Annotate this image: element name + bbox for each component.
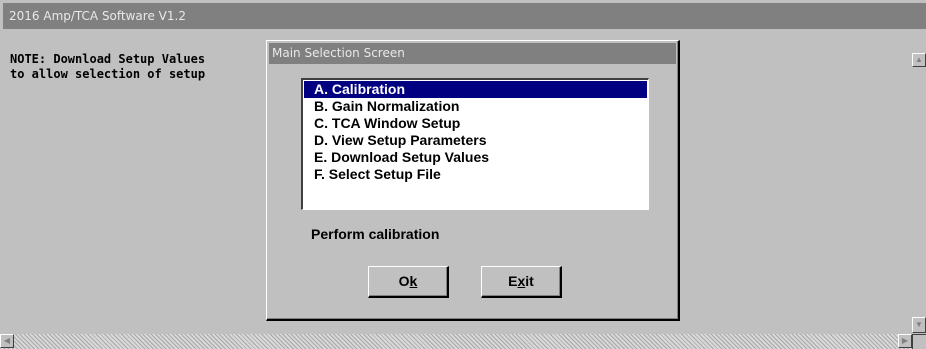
dialog-title: Main Selection Screen (269, 43, 676, 64)
exit-button-bevel (482, 267, 560, 296)
list-item-gain-normalization[interactable]: B. Gain Normalization (304, 98, 647, 115)
selection-description: Perform calibration (311, 226, 440, 242)
horizontal-scrollbar[interactable] (0, 334, 912, 349)
list-item-view-setup-parameters[interactable]: D. View Setup Parameters (304, 132, 647, 149)
ok-button[interactable]: Ok (368, 266, 449, 298)
scroll-left-arrow-icon[interactable]: ◀ (0, 334, 14, 348)
exit-button[interactable]: Exit (481, 266, 562, 298)
note-line-2: to allow selection of setup (10, 67, 206, 81)
list-item-download-setup-values[interactable]: E. Download Setup Values (304, 149, 647, 166)
vertical-scrollbar[interactable] (912, 30, 926, 349)
list-item-calibration[interactable]: A. Calibration (304, 81, 647, 98)
download-note: NOTE: Download Setup Values to allow sel… (10, 52, 205, 82)
scrollbar-corner (912, 334, 926, 349)
scroll-up-arrow-icon[interactable]: ▲ (912, 53, 926, 67)
note-line-1: NOTE: Download Setup Values (10, 52, 206, 66)
main-selection-dialog: Main Selection Screen A. Calibration B. … (266, 40, 680, 321)
listbox-items: A. Calibration B. Gain Normalization C. … (303, 80, 648, 183)
scroll-right-arrow-icon[interactable]: ▶ (898, 334, 912, 348)
window-title: 2016 Amp/TCA Software V1.2 (3, 3, 926, 29)
ok-button-bevel (369, 267, 447, 296)
scroll-down-arrow-icon[interactable]: ▼ (912, 317, 926, 333)
main-window: 2016 Amp/TCA Software V1.2 NOTE: Downloa… (0, 0, 926, 349)
list-item-tca-window-setup[interactable]: C. TCA Window Setup (304, 115, 647, 132)
selection-listbox[interactable]: A. Calibration B. Gain Normalization C. … (301, 78, 649, 210)
list-item-select-setup-file[interactable]: F. Select Setup File (304, 166, 647, 183)
